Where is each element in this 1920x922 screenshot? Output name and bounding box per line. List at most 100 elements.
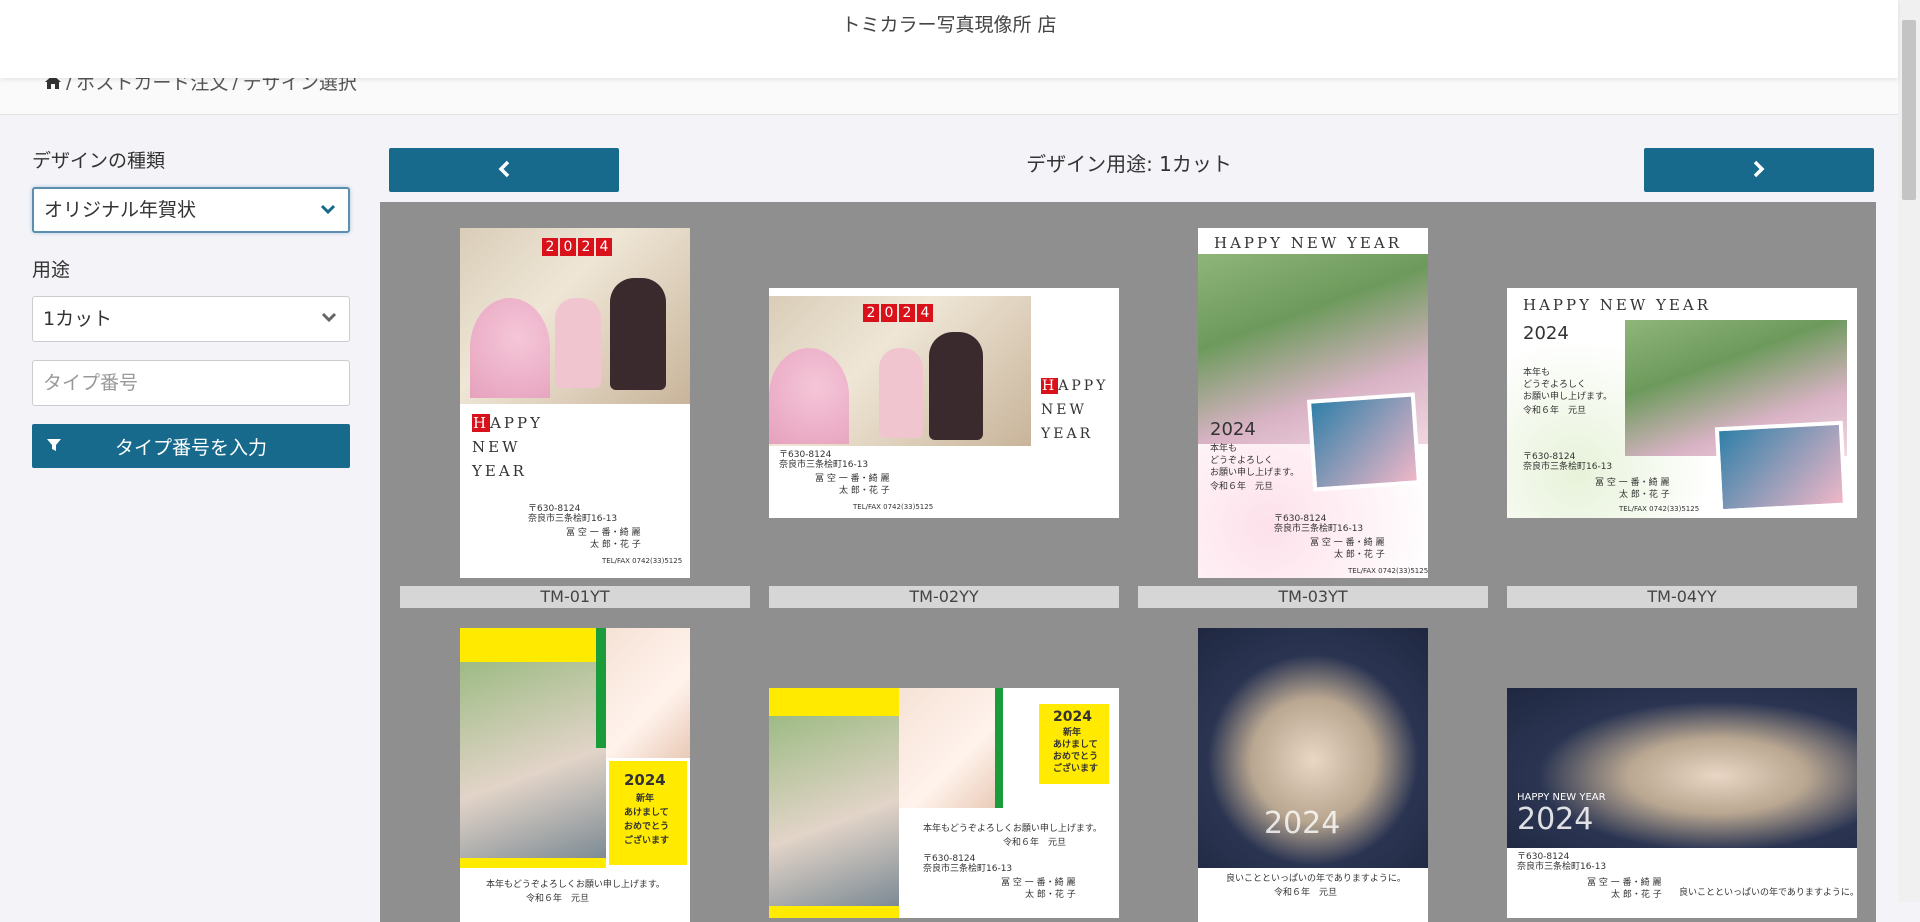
new-text: NEW <box>1041 402 1087 418</box>
greeting-text: お願い申し上げます。 <box>1523 392 1613 402</box>
year-text: YEAR <box>1041 426 1094 442</box>
design-type-select[interactable]: オリジナル年賀状 <box>32 187 350 233</box>
names-text: 冨 空 一 番・綺 麗 <box>1595 478 1670 488</box>
design-type-label: デザインの種類 <box>32 150 166 172</box>
new-text: NEW <box>472 438 521 456</box>
year-text: 2024 <box>1210 419 1256 440</box>
era-text: 令和６年 元旦 <box>1274 888 1338 898</box>
address-text: 奈良市三条桧町16-13 <box>923 864 1013 874</box>
address-text: 奈良市三条桧町16-13 <box>779 460 869 470</box>
design-code: TM-01YT <box>400 586 750 608</box>
type-number-input[interactable] <box>32 360 350 406</box>
design-code: TM-02YY <box>769 586 1119 608</box>
inset-photo <box>1714 420 1848 514</box>
baby-photo <box>606 628 690 758</box>
chevron-right-icon <box>1753 160 1765 177</box>
greeting-text: 良いことといっぱいの年でありますように。 <box>1226 874 1406 884</box>
filter-sidebar: デザインの種類 オリジナル年賀状 用途 1カット タイプ番号を入力 <box>32 146 352 468</box>
enter-type-number-label: タイプ番号を入力 <box>114 436 267 459</box>
design-code: TM-04YY <box>1507 586 1857 608</box>
inset-photo <box>1306 392 1422 492</box>
baby-photo <box>899 688 999 808</box>
names-text: 太 郎・花 子 <box>1619 490 1670 500</box>
design-thumbnail[interactable]: 2024 新年 あけまして おめでとう ございます 本年もどうぞよろしくお願い申… <box>769 688 1119 918</box>
happy-new-year-text: HAPPY NEW YEAR <box>1214 234 1403 252</box>
greeting-text: おめでとう <box>1053 752 1099 762</box>
mother-photo <box>769 716 899 906</box>
names-text: 太 郎・花 子 <box>1025 890 1076 900</box>
design-thumbnail[interactable]: 2024 良いことといっぱいの年でありますように。 令和６年 元旦 <box>1198 628 1428 922</box>
next-page-button[interactable] <box>1644 148 1874 192</box>
happy-text: HAPPY <box>472 414 544 432</box>
mother-photo <box>460 662 610 858</box>
design-type-value: オリジナル年賀状 <box>44 199 197 221</box>
era-text: 令和６年 元旦 <box>526 894 590 904</box>
year-text: 2024 <box>624 771 666 789</box>
green-stripe <box>596 628 606 748</box>
green-stripe <box>995 688 1003 818</box>
design-thumbnail[interactable]: 2024 新年 あけまして おめでとう ございます 本年もどうぞよろしくお願い申… <box>460 628 690 922</box>
happy-text: HAPPY <box>1041 378 1109 394</box>
child-figure <box>929 332 983 440</box>
parasol-shape <box>470 298 550 398</box>
year-badge: 2024 <box>542 238 612 256</box>
names-text: 冨 空 一 番・綺 麗 <box>815 474 890 484</box>
greeting-text: 新年 <box>1063 728 1082 738</box>
greeting-text: どうぞよろしく <box>1523 380 1587 390</box>
tel-text: TEL/FAX 0742(33)5125 <box>1348 567 1428 575</box>
design-thumbnail[interactable]: 2024 HAPPY NEW YEAR 〒630-8124 奈良市三条桧町16-… <box>460 228 690 578</box>
design-thumbnail[interactable]: HAPPY NEW YEAR 2024 本年も どうぞよろしく お願い申し上げま… <box>1507 288 1857 518</box>
design-thumbnail[interactable]: 2024 HAPPY NEW YEAR 〒630-8124 奈良市三条桧町16-… <box>769 288 1119 518</box>
tel-text: TEL/FAX 0742(33)5125 <box>853 503 934 511</box>
usage-value: 1カット <box>43 308 113 330</box>
child-figure <box>555 298 601 388</box>
names-text: 太 郎・花 子 <box>1611 890 1662 900</box>
year-text: 2024 <box>1264 806 1341 841</box>
child-figure <box>610 278 666 390</box>
design-gallery: デザイン用途: 1カット 2024 HAPPY NEW YEAR 〒630-81… <box>380 146 1878 922</box>
greeting-text: 本年もどうぞよろしくお願い申し上げます。 <box>923 824 1102 834</box>
filter-icon <box>47 439 61 451</box>
era-text: 令和６年 元旦 <box>1003 838 1067 848</box>
tel-text: TEL/FAX 0742(33)5125 <box>1619 505 1700 513</box>
year-badge: 2024 <box>863 304 933 322</box>
address-text: 奈良市三条桧町16-13 <box>528 514 618 524</box>
greeting-text: どうぞよろしく <box>1210 456 1274 466</box>
greeting-text: おめでとう <box>624 822 670 832</box>
greeting-text: ございます <box>624 836 670 846</box>
happy-new-year-text: HAPPY NEW YEAR <box>1523 296 1712 314</box>
names-text: 冨 空 一 番・綺 麗 <box>1001 878 1076 888</box>
greeting-text: 本年も <box>1210 444 1238 454</box>
greeting-text: 新年 <box>636 794 655 804</box>
parasol-shape <box>769 348 849 444</box>
names-text: 冨 空 一 番・綺 麗 <box>1310 538 1385 548</box>
year-text: YEAR <box>472 462 527 480</box>
names-text: 太 郎・花 子 <box>590 540 641 550</box>
names-text: 冨 空 一 番・綺 麗 <box>1587 878 1662 888</box>
era-text: 令和６年 元旦 <box>1523 406 1587 416</box>
child-figure <box>879 348 923 438</box>
year-text: 2024 <box>1517 802 1594 837</box>
greeting-text: あけまして <box>624 808 669 818</box>
greeting-text: ございます <box>1053 764 1099 774</box>
scrollbar-thumb[interactable] <box>1902 20 1916 200</box>
design-thumbnail[interactable]: HAPPY NEW YEAR 2024 本年も どうぞよろしく お願い申し上げま… <box>1198 228 1428 578</box>
design-code: TM-03YT <box>1138 586 1488 608</box>
usage-select[interactable]: 1カット <box>32 296 350 342</box>
address-text: 奈良市三条桧町16-13 <box>1523 462 1613 472</box>
enter-type-number-button[interactable]: タイプ番号を入力 <box>32 424 350 468</box>
usage-label: 用途 <box>32 259 71 281</box>
top-header: トミカラー写真現像所 店 <box>0 0 1898 78</box>
names-text: 冨 空 一 番・綺 麗 <box>566 528 641 538</box>
greeting-text: 本年もどうぞよろしくお願い申し上げます。 <box>486 880 665 890</box>
chevron-down-icon <box>321 312 337 323</box>
address-text: 奈良市三条桧町16-13 <box>1517 862 1607 872</box>
year-text: 2024 <box>1523 323 1569 344</box>
address-text: 奈良市三条桧町16-13 <box>1274 524 1364 534</box>
store-name: トミカラー写真現像所 店 <box>841 14 1057 36</box>
design-thumbnail[interactable]: HAPPY NEW YEAR 2024 〒630-8124 奈良市三条桧町16-… <box>1507 688 1857 918</box>
names-text: 太 郎・花 子 <box>839 486 890 496</box>
page-scrollbar[interactable] <box>1898 0 1920 902</box>
greeting-text: 良いことといっぱいの年でありますように。 <box>1679 888 1857 898</box>
greeting-text: 本年も <box>1523 368 1551 378</box>
